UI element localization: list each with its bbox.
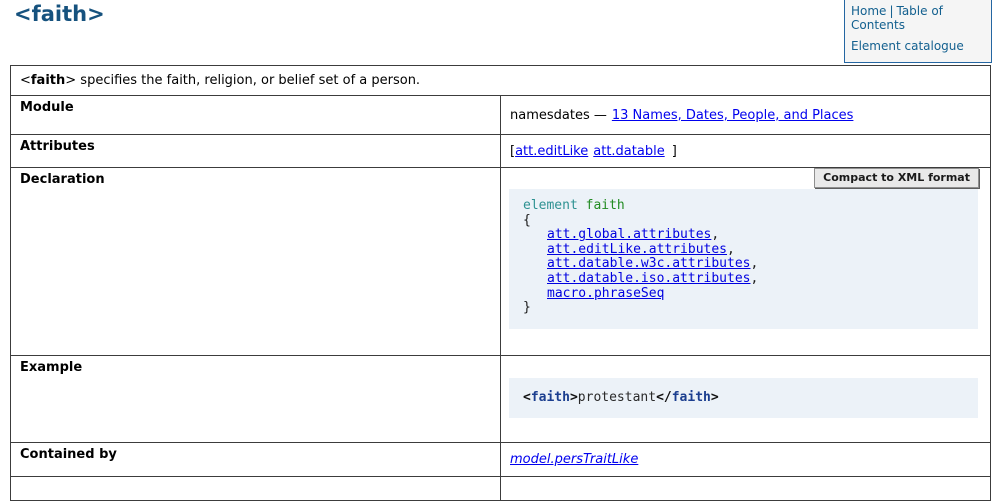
declaration-link-line: att.datable.w3c.attributes, [523, 257, 964, 272]
example-label: Example [11, 356, 501, 443]
module-label: Module [11, 96, 501, 135]
description-tag-name: faith [31, 73, 65, 88]
declaration-label: Declaration [11, 168, 501, 356]
attributes-row: Attributes [att.editLikeatt.datable] [11, 135, 991, 168]
module-chapter-link[interactable]: 13 Names, Dates, People, and Places [612, 108, 854, 123]
declaration-code-block: element faith{att.global.attributes,att.… [509, 189, 978, 329]
compact-to-xml-button[interactable]: Compact to XML format [814, 168, 979, 188]
nav-line-2: Element catalogue [851, 39, 985, 53]
nav-box: Home|Table of Contents Element catalogue [844, 0, 992, 63]
description-row: <faith> specifies the faith, religion, o… [11, 66, 991, 96]
attributes-value-cell: [att.editLikeatt.datable] [501, 135, 991, 168]
declaration-link-line: att.editLike.attributes, [523, 243, 964, 258]
nav-line-1: Home|Table of Contents [851, 4, 985, 32]
declaration-link-att-editlike[interactable]: att.editLike.attributes [547, 242, 727, 257]
module-row: Module namesdates — 13 Names, Dates, Peop… [11, 96, 991, 135]
module-value-cell: namesdates — 13 Names, Dates, People, and… [501, 96, 991, 135]
example-code-block: <faith>protestant</faith> [509, 378, 978, 418]
nav-separator: | [889, 4, 893, 18]
declaration-link-line: att.datable.iso.attributes, [523, 272, 964, 287]
element-spec-table: <faith> specifies the faith, religion, o… [10, 65, 991, 501]
clipped-next-label [11, 477, 501, 501]
contained-by-value-cell: model.persTraitLike [501, 443, 991, 477]
nav-link-home[interactable]: Home [851, 4, 886, 18]
comma: , [727, 242, 735, 257]
attributes-bracket-close: ] [672, 144, 677, 159]
declaration-row: Declaration Compact to XML format elemen… [11, 168, 991, 356]
declaration-link-att-datable-w3c[interactable]: att.datable.w3c.attributes [547, 256, 751, 271]
nav-link-element-catalogue[interactable]: Element catalogue [851, 39, 964, 53]
example-close-lt: </ [656, 390, 672, 405]
example-text-content: protestant [578, 390, 656, 405]
example-close-gt: > [711, 390, 719, 405]
description-text: specifies the faith, religion, or belief… [76, 73, 420, 88]
example-open-tag-name: faith [531, 390, 570, 405]
example-close-tag-name: faith [672, 390, 711, 405]
declaration-line-element: element faith [523, 199, 964, 214]
declaration-brace-open: { [523, 214, 964, 229]
declaration-brace-close: } [523, 301, 964, 316]
contained-by-model-link[interactable]: model.persTraitLike [510, 452, 638, 467]
declaration-link-line: att.global.attributes, [523, 228, 964, 243]
page-title: <faith> [14, 2, 105, 26]
page: { "header": { "title": "<faith>", "nav":… [0, 0, 996, 492]
description-tag-open: < [20, 73, 31, 88]
clipped-next-value [501, 477, 991, 501]
declaration-link-att-datable-iso[interactable]: att.datable.iso.attributes [547, 271, 751, 286]
description-cell: <faith> specifies the faith, religion, o… [11, 66, 991, 96]
module-name: namesdates — [510, 108, 607, 123]
attributes-label: Attributes [11, 135, 501, 168]
example-row: Example <faith>protestant</faith> [11, 356, 991, 443]
declaration-toolbar: Compact to XML format [501, 168, 979, 186]
example-open-gt: > [570, 390, 578, 405]
comma: , [751, 256, 759, 271]
clipped-next-row [11, 477, 991, 501]
declaration-link-line: macro.phraseSeq [523, 287, 964, 302]
attribute-class-link-datable[interactable]: att.datable [593, 144, 664, 159]
example-value-cell: <faith>protestant</faith> [501, 356, 991, 443]
declaration-keyword: element [523, 198, 578, 213]
declaration-value-cell: Compact to XML format element faith{att.… [501, 168, 991, 356]
declaration-link-att-global[interactable]: att.global.attributes [547, 227, 711, 242]
contained-by-label: Contained by [11, 443, 501, 477]
attribute-class-link-editlike[interactable]: att.editLike [515, 144, 588, 159]
contained-by-row: Contained by model.persTraitLike [11, 443, 991, 477]
declaration-element-name: faith [586, 198, 625, 213]
example-open-lt: < [523, 390, 531, 405]
declaration-link-macro-phraseseq[interactable]: macro.phraseSeq [547, 286, 664, 301]
comma: , [751, 271, 759, 286]
comma: , [711, 227, 719, 242]
description-tag-close: > [65, 73, 76, 88]
